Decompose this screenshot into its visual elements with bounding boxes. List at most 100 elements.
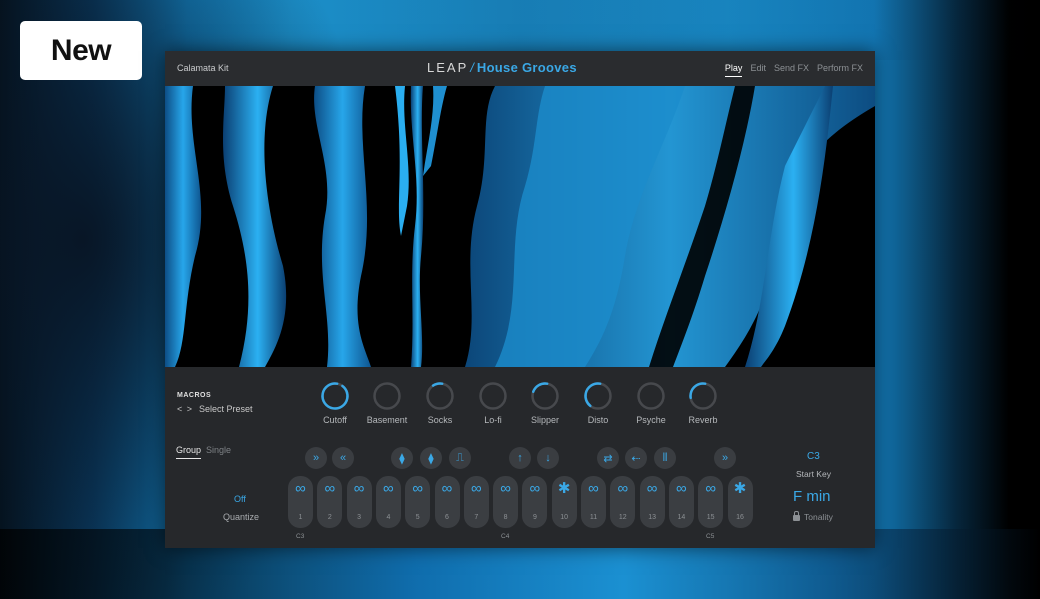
- loop-icon: ∞: [470, 480, 482, 497]
- pad-16[interactable]: ✱ 16: [727, 476, 753, 528]
- fast-forward-icon[interactable]: »: [305, 447, 327, 469]
- brand-product: House Grooves: [476, 60, 577, 75]
- pitch-up-icon[interactable]: ↑: [509, 447, 531, 469]
- lock-icon[interactable]: [793, 511, 800, 521]
- tab-single[interactable]: Single: [206, 445, 231, 459]
- pad-9[interactable]: ∞ 9: [522, 476, 548, 528]
- knob-socks[interactable]: Socks: [416, 381, 464, 425]
- knob-label: Reverb: [688, 415, 718, 425]
- note-label: C3: [296, 533, 305, 540]
- tab-group[interactable]: Group: [176, 445, 202, 459]
- nav-send-fx[interactable]: Send FX: [774, 63, 809, 77]
- kit-artwork: [165, 86, 875, 367]
- loop-icon: ∞: [529, 480, 541, 497]
- macros-title: MACROS: [177, 392, 212, 399]
- pad-number: 13: [648, 514, 656, 521]
- knob-dial-icon: [479, 382, 507, 410]
- preset-nav-arrows[interactable]: < >: [177, 404, 193, 414]
- pad-1[interactable]: ∞ 1: [288, 476, 313, 528]
- pad-5[interactable]: ∞ 5: [405, 476, 431, 528]
- select-preset-button[interactable]: Select Preset: [199, 404, 253, 414]
- knob-lo-fi[interactable]: Lo-fi: [469, 381, 517, 425]
- pad-number: 1: [298, 514, 303, 521]
- oneshot-icon: ✱: [557, 480, 571, 497]
- rewind-icon[interactable]: «: [332, 447, 354, 469]
- note-label: C5: [706, 533, 715, 540]
- knob-dial-icon: [373, 382, 401, 410]
- pad-14[interactable]: ∞ 14: [668, 476, 694, 528]
- pad-number: 5: [415, 514, 420, 521]
- knob-dial-icon: [426, 382, 454, 410]
- pad-number: 8: [503, 514, 508, 521]
- controls-panel: MACROS < > Select Preset Cutoff Basement S…: [165, 367, 875, 548]
- kit-name: Calamata Kit: [177, 63, 229, 73]
- tonality-label-row: Tonality: [793, 511, 833, 522]
- pad-4[interactable]: ∞ 4: [375, 476, 401, 528]
- loop-icon: ∞: [324, 480, 336, 497]
- knob-dial-icon: [689, 382, 717, 410]
- knob-label: Socks: [427, 415, 453, 425]
- knob-dial-icon: [584, 382, 612, 410]
- stutter-icon[interactable]: ⧫: [391, 447, 413, 469]
- loop-icon: ∞: [295, 480, 306, 497]
- quantize-value[interactable]: Off: [234, 494, 246, 504]
- loop-icon: ∞: [441, 480, 453, 497]
- knob-slipper[interactable]: Slipper: [521, 381, 569, 425]
- oneshot-icon: ✱: [733, 480, 747, 497]
- pad-15[interactable]: ∞ 15: [698, 476, 724, 528]
- knob-cutoff[interactable]: Cutoff: [311, 381, 359, 425]
- stutter-alt-icon[interactable]: ⧫: [420, 447, 442, 469]
- pad-10[interactable]: ✱ 10: [551, 476, 577, 528]
- nav-play[interactable]: Play: [724, 63, 743, 77]
- knob-psyche[interactable]: Psyche: [627, 381, 675, 425]
- knob-reverb[interactable]: Reverb: [679, 381, 727, 425]
- tonality-label: Tonality: [804, 512, 833, 522]
- start-key-label: Start Key: [796, 469, 831, 479]
- pitch-down-icon[interactable]: ↓: [537, 447, 559, 469]
- loop-icon: ∞: [588, 480, 599, 497]
- knob-dial-icon: [637, 382, 665, 410]
- chop-icon[interactable]: ⦀: [654, 447, 676, 469]
- pad-number: 4: [386, 514, 391, 521]
- quantize-label: Quantize: [223, 512, 260, 522]
- pad-number: 12: [618, 514, 627, 521]
- nav-perform-fx[interactable]: Perform FX: [817, 63, 863, 77]
- loop-icon: ∞: [646, 480, 658, 497]
- loop-icon: ∞: [412, 480, 424, 497]
- pad-number: 3: [357, 514, 362, 521]
- tonality-value[interactable]: F min: [793, 488, 831, 505]
- loop-icon: ∞: [617, 480, 629, 497]
- knob-disto[interactable]: Disto: [574, 381, 622, 425]
- view-nav: Play Edit Send FX Perform FX: [724, 63, 863, 77]
- pad-3[interactable]: ∞ 3: [346, 476, 372, 528]
- new-badge: New: [20, 21, 142, 80]
- loop-icon: ∞: [676, 480, 687, 497]
- pad-number: 6: [445, 514, 449, 521]
- reverse-icon[interactable]: ⇠: [625, 447, 647, 469]
- pad-number: 2: [327, 514, 332, 521]
- pad-6[interactable]: ∞ 6: [434, 476, 460, 528]
- knob-basement[interactable]: Basement: [363, 381, 411, 425]
- loop-icon: ∞: [500, 480, 511, 497]
- fast-forward-2-icon[interactable]: »: [714, 447, 736, 469]
- filter-icon[interactable]: ⎍: [449, 447, 471, 469]
- pad-number: 11: [589, 514, 598, 521]
- knob-dial-icon: [321, 382, 349, 410]
- pad-number: 14: [677, 514, 686, 521]
- artwork-image: [165, 86, 875, 367]
- pad-8[interactable]: ∞ 8: [493, 476, 519, 528]
- pad-13[interactable]: ∞ 13: [639, 476, 665, 528]
- pad-number: 7: [474, 514, 479, 521]
- pad-12[interactable]: ∞ 12: [610, 476, 636, 528]
- start-key-value[interactable]: C3: [807, 451, 820, 462]
- pad-number: 10: [560, 514, 569, 521]
- pad-7[interactable]: ∞ 7: [463, 476, 489, 528]
- pad-2[interactable]: ∞ 2: [317, 476, 343, 528]
- nav-edit[interactable]: Edit: [750, 63, 766, 77]
- brand-leap: LEAP: [427, 60, 469, 75]
- swap-icon[interactable]: ⇄: [597, 447, 619, 469]
- pad-number: 16: [736, 514, 744, 521]
- pad-11[interactable]: ∞ 11: [581, 476, 606, 528]
- knob-label: Disto: [587, 415, 609, 425]
- plugin-header: Calamata Kit LEAP / House Grooves Play Edi…: [165, 51, 875, 86]
